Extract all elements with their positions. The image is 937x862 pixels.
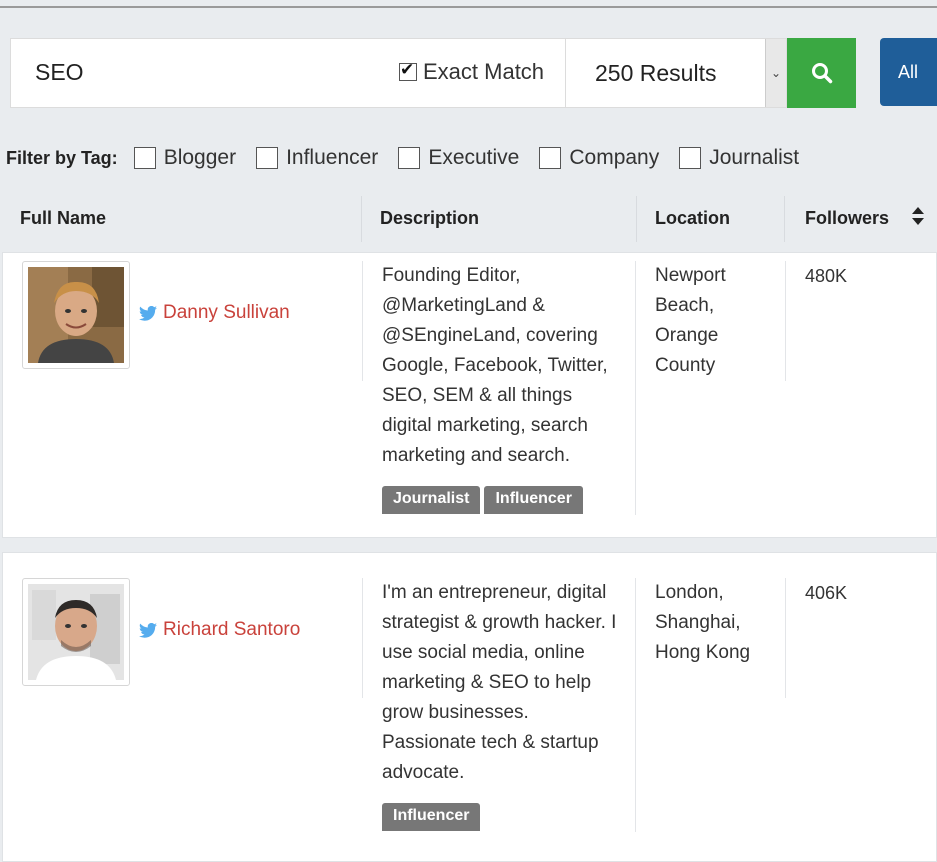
filter-tag-label: Company — [569, 146, 660, 169]
divider — [784, 196, 785, 242]
header-description[interactable]: Description — [380, 208, 479, 229]
twitter-icon — [139, 305, 157, 321]
filter-tag-label: Influencer — [286, 146, 379, 169]
exact-match-checkbox[interactable]: Exact Match — [399, 59, 544, 85]
filter-tag-blogger[interactable]: Blogger — [133, 146, 237, 170]
search-bar: SEO Exact Match — [10, 38, 566, 108]
checkbox[interactable] — [679, 147, 702, 169]
results-count-select[interactable]: 250 Results ⌄ — [565, 38, 787, 108]
table-row: Danny Sullivan Founding Editor, @Marketi… — [2, 252, 937, 538]
table-header: Full Name Description Location Followers — [0, 196, 937, 242]
profile-name-link[interactable]: Richard Santoro — [139, 619, 300, 641]
profile-followers: 480K — [805, 266, 848, 286]
tag-badge[interactable]: Influencer — [382, 803, 481, 831]
table-row: Richard Santoro I'm an entrepreneur, dig… — [2, 552, 937, 862]
tag-badge[interactable]: Journalist — [382, 486, 481, 514]
profile-location: London, Shanghai, Hong Kong — [655, 582, 751, 663]
divider — [635, 578, 636, 832]
exact-match-label: Exact Match — [423, 59, 545, 84]
all-button[interactable]: All — [880, 38, 937, 106]
checkbox[interactable] — [398, 147, 421, 169]
header-full-name[interactable]: Full Name — [20, 208, 106, 229]
checkbox[interactable] — [539, 147, 562, 169]
divider — [362, 261, 363, 381]
profile-name[interactable]: Richard Santoro — [163, 619, 300, 641]
checkbox[interactable] — [133, 147, 156, 169]
filter-tag-journalist[interactable]: Journalist — [679, 146, 799, 170]
divider — [785, 578, 786, 698]
tag-badge[interactable]: Influencer — [484, 486, 583, 514]
avatar[interactable] — [22, 578, 130, 686]
checkbox[interactable] — [256, 147, 279, 169]
twitter-icon — [139, 622, 157, 638]
profile-name[interactable]: Danny Sullivan — [163, 302, 290, 324]
chevron-down-icon[interactable]: ⌄ — [765, 39, 786, 107]
profile-name-link[interactable]: Danny Sullivan — [139, 302, 290, 324]
filter-tag-label: Executive — [428, 146, 520, 169]
filter-tag-company[interactable]: Company — [539, 146, 659, 170]
sort-icon[interactable] — [912, 206, 924, 226]
profile-location: Newport Beach, Orange County — [655, 265, 726, 376]
avatar-photo — [28, 267, 124, 363]
filter-tag-label: Blogger — [163, 146, 237, 169]
divider — [635, 261, 636, 515]
profile-tags: Journalist Influencer — [382, 486, 583, 514]
avatar-photo — [28, 584, 124, 680]
divider — [636, 196, 637, 242]
header-location[interactable]: Location — [655, 208, 730, 229]
top-divider — [0, 6, 937, 8]
profile-followers: 406K — [805, 583, 848, 603]
profile-tags: Influencer — [382, 803, 481, 831]
filter-tag-influencer[interactable]: Influencer — [256, 146, 378, 170]
search-input[interactable]: SEO — [35, 59, 84, 86]
tag-filter: Filter by Tag: Blogger Influencer Execut… — [6, 144, 819, 172]
header-followers[interactable]: Followers — [805, 208, 889, 229]
filter-tag-label: Journalist — [709, 146, 800, 169]
divider — [362, 578, 363, 698]
filter-tag-executive[interactable]: Executive — [398, 146, 519, 170]
divider — [361, 196, 362, 242]
search-icon — [811, 63, 832, 84]
results-count-value: 250 Results — [595, 60, 717, 86]
divider — [785, 261, 786, 381]
avatar[interactable] — [22, 261, 130, 369]
profile-description: Founding Editor, @MarketingLand & @SEngi… — [382, 265, 608, 466]
profile-description: I'm an entrepreneur, digital strategist … — [382, 582, 617, 783]
exact-match-checkbox-box[interactable] — [399, 60, 417, 81]
filter-label: Filter by Tag: — [6, 147, 118, 168]
search-button[interactable] — [787, 38, 856, 108]
